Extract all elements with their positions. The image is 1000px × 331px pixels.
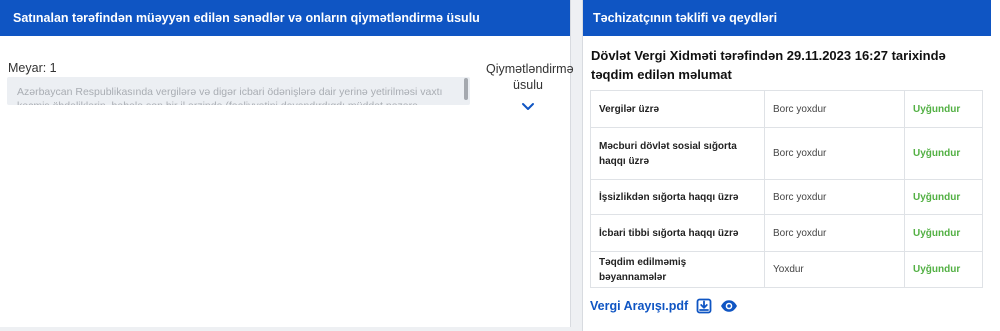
attachment-row: Vergi Arayışı.pdf xyxy=(590,298,738,314)
criteria-text: Azərbaycan Respublikasında vergilərə və … xyxy=(17,86,443,105)
table-row: Məcburi dövlət sosial sığorta haqqı üzrə… xyxy=(590,127,983,180)
row-result: Uyğundur xyxy=(904,251,983,288)
row-status: Yoxdur xyxy=(764,251,905,288)
table-row: Vergilər üzrə Borc yoxdur Uyğundur xyxy=(590,90,983,128)
tax-info-title: Dövlət Vergi Xidməti tərəfindən 29.11.20… xyxy=(591,48,946,82)
row-status: Borc yoxdur xyxy=(764,214,905,252)
criteria-label: Meyar: 1 xyxy=(8,61,57,75)
row-label: Məcburi dövlət sosial sığorta haqqı üzrə xyxy=(590,127,765,180)
row-status: Borc yoxdur xyxy=(764,179,905,215)
supplier-offer-panel: Təchizatçının təklifi və qeydləri Dövlət… xyxy=(582,0,1000,331)
row-status: Borc yoxdur xyxy=(764,127,905,180)
download-icon[interactable] xyxy=(696,298,712,314)
row-label: Vergilər üzrə xyxy=(590,90,765,128)
row-result: Uyğundur xyxy=(904,214,983,252)
table-row: İcbari tibbi sığorta haqqı üzrə Borc yox… xyxy=(590,214,983,252)
table-row: Təqdim edilməmiş bəyannamələr Yoxdur Uyğ… xyxy=(590,251,983,288)
buyer-criteria-header: Satınalan tərəfindən müəyyən edilən sənə… xyxy=(0,0,570,36)
row-result: Uyğundur xyxy=(904,179,983,215)
row-result: Uyğundur xyxy=(904,127,983,180)
row-label: Təqdim edilməmiş bəyannamələr xyxy=(590,251,765,288)
tax-debt-table: Vergilər üzrə Borc yoxdur Uyğundur Məcbu… xyxy=(590,90,983,288)
eye-icon[interactable] xyxy=(720,299,738,313)
supplier-offer-header: Təchizatçının təklifi və qeydləri xyxy=(583,0,991,36)
criteria-scrollbar[interactable] xyxy=(464,78,468,100)
row-label: İcbari tibbi sığorta haqqı üzrə xyxy=(590,214,765,252)
table-row: İşsizlikdən sığorta haqqı üzrə Borc yoxd… xyxy=(590,179,983,215)
row-label: İşsizlikdən sığorta haqqı üzrə xyxy=(590,179,765,215)
evaluation-method-label: Qiymətləndirmə üsulu xyxy=(486,62,574,92)
criteria-text-box[interactable]: Azərbaycan Respublikasında vergilərə və … xyxy=(7,77,470,105)
buyer-criteria-panel: Satınalan tərəfindən müəyyən edilən sənə… xyxy=(0,0,574,327)
tax-certificate-link[interactable]: Vergi Arayışı.pdf xyxy=(590,299,688,313)
row-status: Borc yoxdur xyxy=(764,90,905,128)
chevron-down-icon[interactable] xyxy=(519,100,537,114)
row-result: Uyğundur xyxy=(904,90,983,128)
